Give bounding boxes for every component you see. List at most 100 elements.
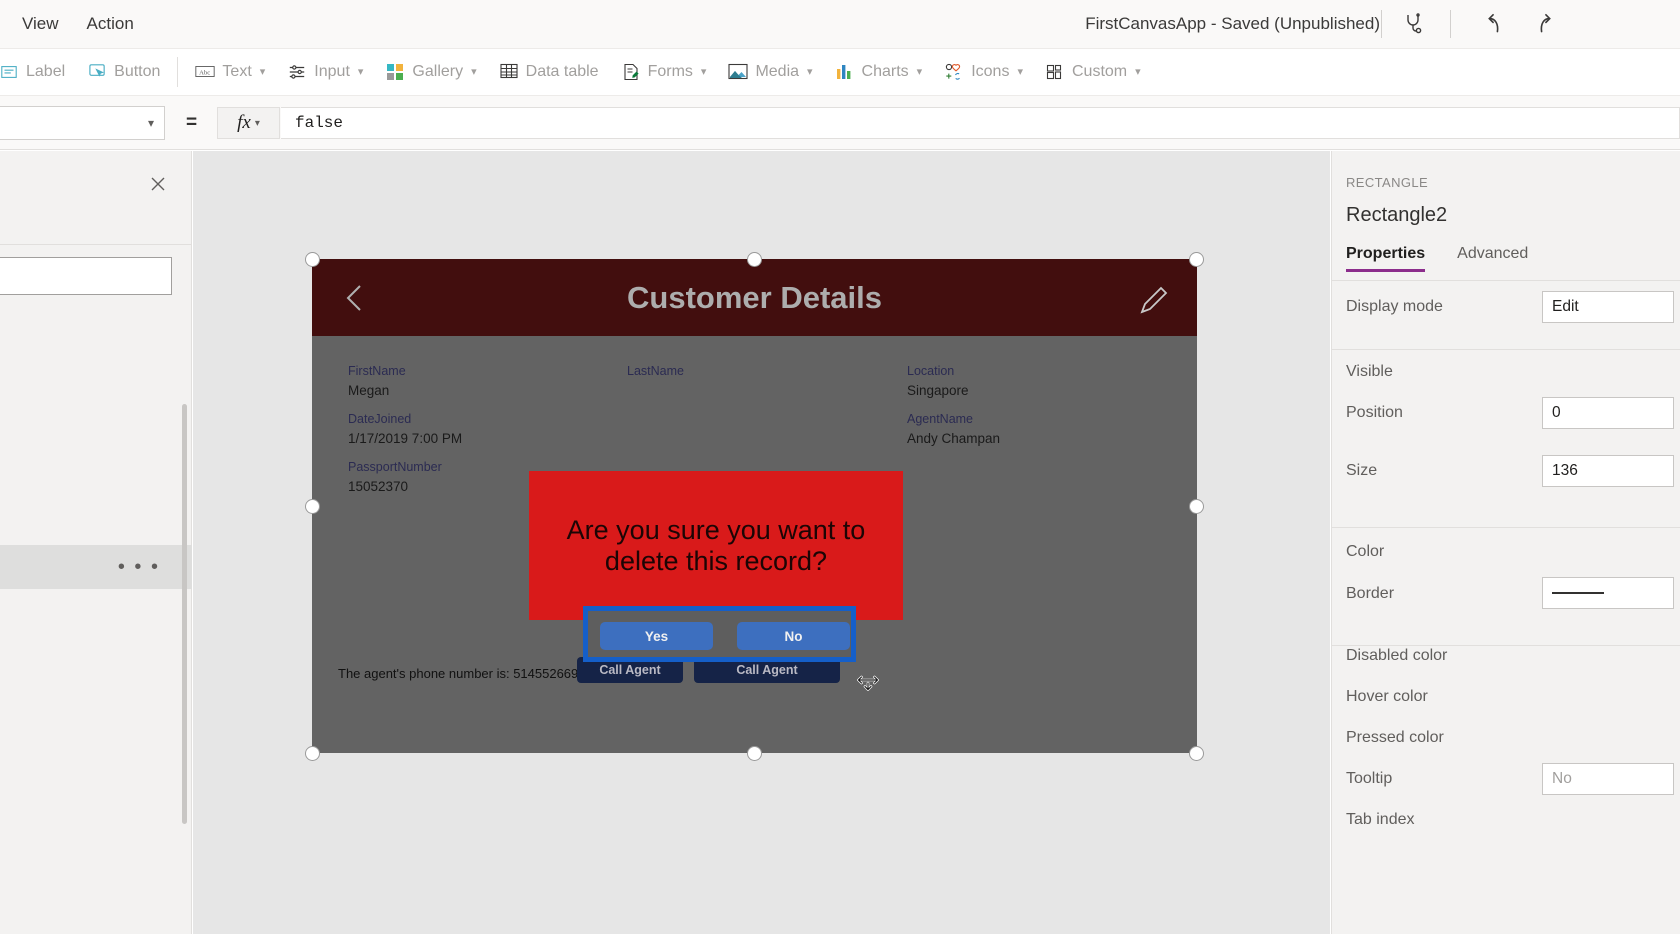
panel-divider-4 <box>1332 645 1680 646</box>
app-screen[interactable]: Customer Details FirstName Megan DateJoi… <box>312 259 1197 753</box>
app-screen-selection[interactable]: Customer Details FirstName Megan DateJoi… <box>305 252 1204 761</box>
resize-handle-top-left[interactable] <box>305 252 320 267</box>
field-firstname[interactable]: FirstName Megan <box>348 364 406 398</box>
power-apps-studio: View Action FirstCanvasApp - Saved (Unpu… <box>0 0 1680 934</box>
confirm-message-text: Are you sure you want to delete this rec… <box>566 514 866 576</box>
resize-handle-bottom-right[interactable] <box>1189 746 1204 761</box>
ribbon-label-text: Charts <box>861 62 909 80</box>
control-type-label: RECTANGLE <box>1346 175 1429 190</box>
chevron-down-icon: ▾ <box>259 66 266 78</box>
menubar-divider-1 <box>1381 10 1382 38</box>
media-icon <box>728 62 748 82</box>
formula-input[interactable]: false <box>281 107 1680 139</box>
ribbon-item-label[interactable]: Label <box>0 48 76 96</box>
ribbon-label-text: Data table <box>525 62 599 80</box>
ribbon-item-forms[interactable]: Forms ▾ <box>610 48 718 96</box>
control-name-label: Rectangle2 <box>1346 204 1448 226</box>
field-passportnumber[interactable]: PassportNumber 15052370 <box>348 460 442 494</box>
tab-advanced[interactable]: Advanced <box>1457 245 1528 272</box>
resize-handle-bottom-center[interactable] <box>747 746 762 761</box>
ribbon-item-custom[interactable]: Custom ▾ <box>1034 48 1152 96</box>
pencil-edit-icon[interactable] <box>1137 283 1171 317</box>
overflow-menu-icon[interactable]: • • • <box>118 557 160 577</box>
chevron-down-icon: ▾ <box>357 66 364 78</box>
property-label-disabled-color: Disabled color <box>1346 647 1448 664</box>
ribbon-item-gallery[interactable]: Gallery ▾ <box>374 48 487 96</box>
property-selector[interactable]: ▾ <box>0 106 165 140</box>
ribbon-divider <box>177 56 179 87</box>
property-label-pressed-color: Pressed color <box>1346 729 1444 746</box>
resize-handle-top-center[interactable] <box>747 252 762 267</box>
field-label: PassportNumber <box>348 460 442 474</box>
field-agentname[interactable]: AgentName Andy Champan <box>907 412 1000 446</box>
resize-handle-bottom-left[interactable] <box>305 746 320 761</box>
label-icon <box>0 62 19 82</box>
property-value-position[interactable]: 0 <box>1542 397 1674 429</box>
ribbon-item-charts[interactable]: Charts ▾ <box>824 48 934 96</box>
chevron-down-icon: ▾ <box>807 66 813 78</box>
tab-properties[interactable]: Properties <box>1346 245 1426 272</box>
property-label-size: Size <box>1346 462 1378 479</box>
field-value: 15052370 <box>348 479 409 494</box>
property-value-size[interactable]: 136 <box>1542 455 1674 487</box>
confirm-message-rectangle[interactable]: Are you sure you want to delete this rec… <box>529 471 903 620</box>
property-value-display-mode[interactable]: Edit <box>1542 291 1674 323</box>
right-properties-panel: RECTANGLE Rectangle2 Properties Advanced… <box>1331 151 1680 934</box>
property-value-border[interactable] <box>1542 577 1674 609</box>
resize-handle-middle-right[interactable] <box>1189 499 1204 514</box>
top-menu-bar: View Action FirstCanvasApp - Saved (Unpu… <box>0 0 1680 48</box>
chevron-down-icon: ▾ <box>254 117 260 129</box>
field-label: AgentName <box>907 412 974 426</box>
chevron-down-icon: ▾ <box>147 116 154 130</box>
app-save-status: FirstCanvasApp - Saved (Unpublished) <box>1085 14 1380 33</box>
ribbon-item-input[interactable]: Input ▾ <box>276 48 374 96</box>
yes-no-selection-box[interactable]: Yes No <box>583 606 856 662</box>
gallery-icon <box>385 62 405 82</box>
redo-icon[interactable] <box>1530 8 1564 40</box>
input-icon <box>287 62 307 82</box>
property-label-display-mode: Display mode <box>1346 298 1443 315</box>
fx-button[interactable]: fx ▾ <box>217 107 280 139</box>
undo-icon[interactable] <box>1475 8 1509 40</box>
no-button[interactable]: No <box>737 622 850 650</box>
list-item[interactable]: • • • <box>0 545 192 589</box>
svg-text:Abc: Abc <box>200 69 211 76</box>
field-lastname[interactable]: LastName <box>627 364 684 383</box>
app-checker-icon[interactable] <box>1396 8 1430 40</box>
ribbon-item-media[interactable]: Media ▾ <box>717 48 823 96</box>
left-panel-scrollbar[interactable] <box>182 404 187 824</box>
ribbon-item-text[interactable]: Abc Text ▾ <box>184 48 276 96</box>
property-label-border: Border <box>1346 585 1395 602</box>
icons-icon <box>944 62 964 82</box>
property-label-position: Position <box>1346 404 1403 421</box>
resize-handle-middle-left[interactable] <box>305 499 320 514</box>
ribbon-label-text: Button <box>114 62 161 80</box>
property-label-tab-index: Tab index <box>1346 811 1415 828</box>
close-icon[interactable] <box>145 171 171 197</box>
ribbon-label-text: Text <box>222 62 252 80</box>
chevron-down-icon: ▾ <box>471 66 477 78</box>
properties-tabs: Properties Advanced <box>1346 245 1528 272</box>
screen-title: Customer Details <box>627 280 882 315</box>
field-datejoined[interactable]: DateJoined 1/17/2019 7:00 PM <box>348 412 462 446</box>
field-location[interactable]: Location Singapore <box>907 364 969 398</box>
resize-handle-top-right[interactable] <box>1189 252 1204 267</box>
ribbon-item-data-table[interactable]: Data table <box>488 48 610 96</box>
ribbon-label-text: Icons <box>971 62 1010 80</box>
border-style-line-icon <box>1552 592 1604 594</box>
field-value: 1/17/2019 7:00 PM <box>348 431 463 446</box>
chevron-down-icon: ▾ <box>1017 66 1023 78</box>
menu-item-action[interactable]: Action <box>73 0 148 48</box>
property-value-tooltip[interactable]: No <box>1542 763 1674 795</box>
property-label-hover-color: Hover color <box>1346 688 1428 705</box>
menu-item-view[interactable]: View <box>8 0 73 48</box>
charts-icon <box>835 62 855 82</box>
yes-button[interactable]: Yes <box>600 622 713 650</box>
ribbon-item-button[interactable]: Button <box>76 48 171 96</box>
yes-no-group[interactable]: Yes No <box>588 611 851 657</box>
field-label: LastName <box>627 364 684 378</box>
ribbon-item-icons[interactable]: Icons ▾ <box>933 48 1034 96</box>
search-input[interactable] <box>0 257 172 295</box>
back-chevron-icon[interactable] <box>338 281 372 315</box>
canvas-area[interactable]: Customer Details FirstName Megan DateJoi… <box>193 151 1330 934</box>
